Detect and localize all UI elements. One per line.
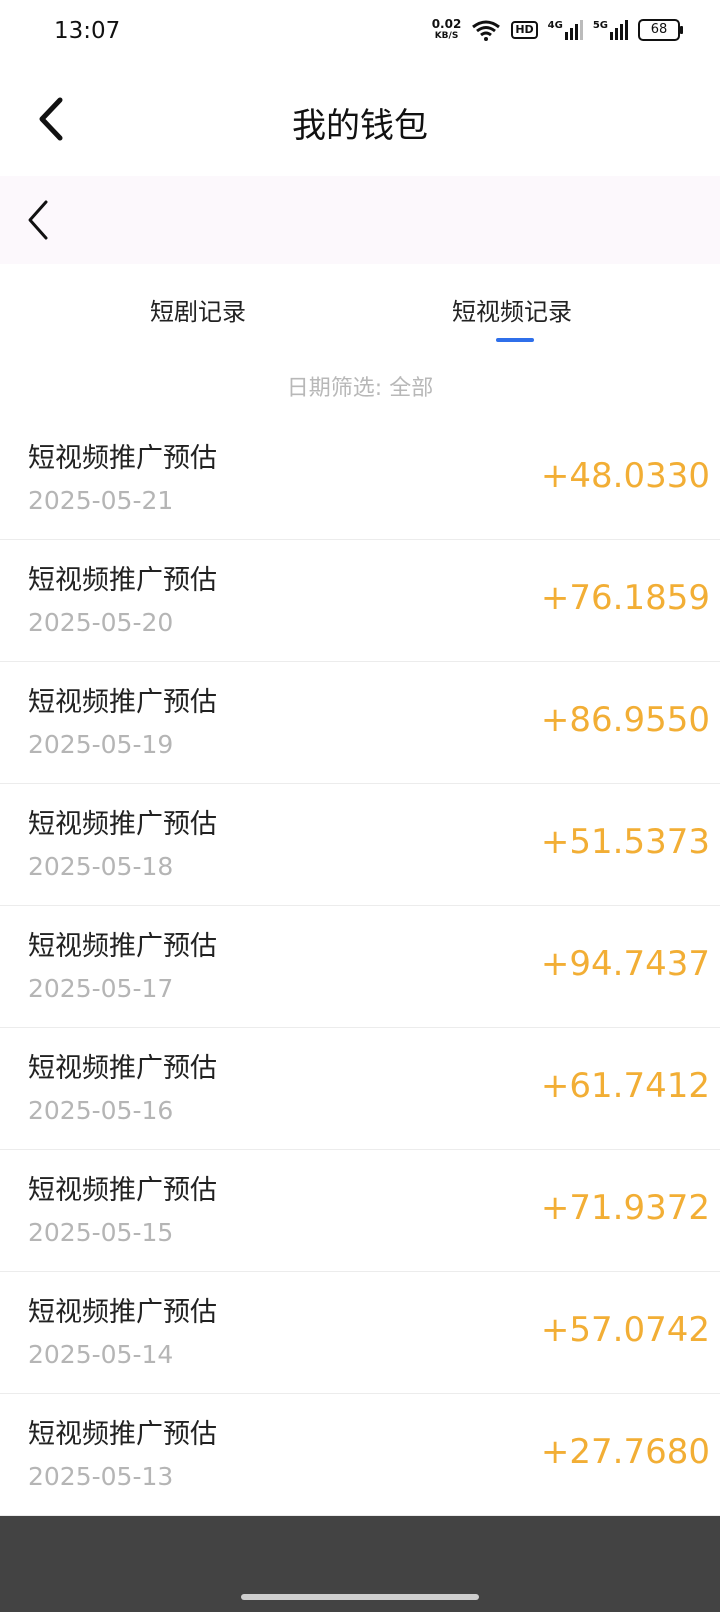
record-date: 2025-05-21 xyxy=(28,486,174,515)
record-amount: +61.7412 xyxy=(540,1066,710,1106)
chevron-left-icon[interactable] xyxy=(22,194,58,246)
record-amount: +48.0330 xyxy=(540,456,710,496)
record-amount: +94.7437 xyxy=(540,944,710,984)
record-amount: +57.0742 xyxy=(540,1310,710,1350)
record-title: 短视频推广预估 xyxy=(28,1419,217,1450)
signal-5g-label: 5G xyxy=(592,20,608,31)
record-amount: +51.5373 xyxy=(540,822,710,862)
record-title: 短视频推广预估 xyxy=(28,931,217,962)
wifi-icon xyxy=(472,20,501,41)
status-time: 13:07 xyxy=(54,18,121,44)
header-bar: 我的钱包 xyxy=(0,64,720,176)
network-speed-unit: KB/S xyxy=(434,31,459,41)
record-title: 短视频推广预估 xyxy=(28,443,217,474)
battery-indicator: 68 xyxy=(638,19,683,41)
record-title: 短视频推广预估 xyxy=(28,565,217,596)
list-item[interactable]: 短视频推广预估 2025-05-14 +57.0742 xyxy=(0,1272,720,1394)
record-title: 短视频推广预估 xyxy=(28,1297,217,1328)
status-icons: 0.02 KB/S HD 4G 5G 68 xyxy=(432,18,683,42)
signal-4g-icon: 4G xyxy=(548,20,583,40)
list-item[interactable]: 短视频推广预估 2025-05-15 +71.9372 xyxy=(0,1150,720,1272)
date-filter-label: 日期筛选: xyxy=(286,376,383,401)
list-item[interactable]: 短视频推广预估 2025-05-19 +86.9550 xyxy=(0,662,720,784)
date-filter-value: 全部 xyxy=(389,376,434,401)
page-title: 我的钱包 xyxy=(292,106,428,146)
record-amount: +86.9550 xyxy=(540,700,710,740)
signal-5g-icon: 5G xyxy=(593,20,628,40)
list-item[interactable]: 短视频推广预估 2025-05-18 +51.5373 xyxy=(0,784,720,906)
list-item[interactable]: 短视频推广预估 2025-05-21 +48.0330 xyxy=(0,418,720,540)
network-speed-value: 0.02 xyxy=(431,17,462,31)
record-title: 短视频推广预估 xyxy=(28,809,217,840)
date-filter[interactable]: 日期筛选: 全部 xyxy=(0,370,720,402)
record-amount: +27.7680 xyxy=(540,1432,710,1472)
active-tab-indicator xyxy=(496,338,534,342)
signal-4g-label: 4G xyxy=(547,20,563,31)
network-speed: 0.02 KB/S xyxy=(432,18,462,42)
list-item[interactable]: 短视频推广预估 2025-05-20 +76.1859 xyxy=(0,540,720,662)
tab-short-drama-records[interactable]: 短剧记录 xyxy=(150,292,246,327)
record-title: 短视频推广预估 xyxy=(28,687,217,718)
record-list: 短视频推广预估 2025-05-21 +48.0330 短视频推广预估 2025… xyxy=(0,418,720,1516)
list-item[interactable]: 短视频推广预估 2025-05-13 +27.7680 xyxy=(0,1394,720,1516)
status-bar: 13:07 0.02 KB/S HD 4G 5G 68 xyxy=(0,0,720,64)
record-date: 2025-05-18 xyxy=(28,852,174,881)
record-tabs: 短剧记录 短视频记录 xyxy=(0,264,720,344)
record-title: 短视频推广预估 xyxy=(28,1175,217,1206)
record-date: 2025-05-14 xyxy=(28,1340,174,1369)
record-amount: +76.1859 xyxy=(540,578,710,618)
sub-header-bar xyxy=(0,176,720,264)
record-date: 2025-05-15 xyxy=(28,1218,174,1247)
record-date: 2025-05-19 xyxy=(28,730,174,759)
record-amount: +71.9372 xyxy=(540,1188,710,1228)
list-item[interactable]: 短视频推广预估 2025-05-16 +61.7412 xyxy=(0,1028,720,1150)
record-date: 2025-05-16 xyxy=(28,1096,174,1125)
record-date: 2025-05-13 xyxy=(28,1462,174,1491)
hd-badge: HD xyxy=(511,21,538,39)
list-item[interactable]: 短视频推广预估 2025-05-17 +94.7437 xyxy=(0,906,720,1028)
record-date: 2025-05-20 xyxy=(28,608,174,637)
tab-short-video-records[interactable]: 短视频记录 xyxy=(452,292,572,327)
record-title: 短视频推广预估 xyxy=(28,1053,217,1084)
record-date: 2025-05-17 xyxy=(28,974,174,1003)
home-indicator[interactable] xyxy=(241,1594,479,1600)
